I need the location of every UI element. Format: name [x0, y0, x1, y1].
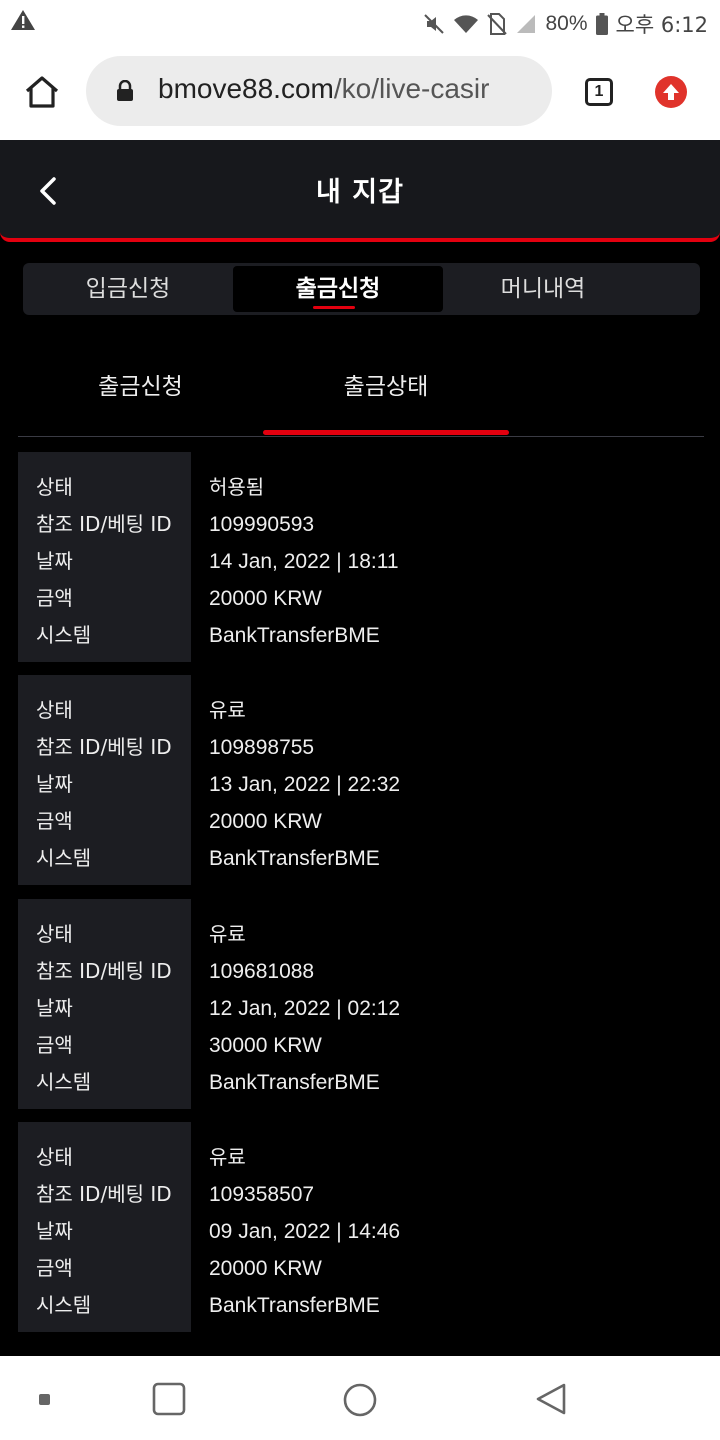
- tab-money-history[interactable]: 머니내역: [438, 266, 648, 312]
- ref-id-label: 참조 ID/베팅 ID: [36, 512, 172, 536]
- tab-label: 머니내역: [500, 276, 586, 302]
- date-value: 13 Jan, 2022 | 22:32: [209, 773, 401, 796]
- clock: 오후 6:12: [615, 13, 708, 37]
- browser-toolbar: bmove88.com/ko/live-casir 1: [0, 44, 720, 140]
- tab-label: 입금신청: [85, 276, 171, 302]
- amount-label: 금액: [36, 586, 73, 610]
- tab-deposit-request[interactable]: 입금신청: [23, 266, 233, 312]
- ref-id-value: 109990593: [209, 513, 315, 536]
- square-icon: [152, 1382, 186, 1416]
- active-subtab-indicator: [263, 430, 509, 435]
- circle-icon: [343, 1383, 377, 1417]
- system-value: BankTransferBME: [209, 1294, 380, 1317]
- lock-icon: [116, 79, 134, 106]
- system-label: 시스템: [36, 623, 92, 647]
- home-button[interactable]: [22, 74, 62, 110]
- tab-withdrawal-request[interactable]: 출금신청: [233, 266, 443, 312]
- date-label: 날짜: [36, 772, 73, 796]
- tab-switcher-button[interactable]: 1: [585, 78, 613, 106]
- amount-label: 금액: [36, 809, 73, 833]
- status-value: 유료: [209, 1145, 246, 1169]
- system-value: BankTransferBME: [209, 624, 380, 647]
- date-label: 날짜: [36, 1219, 73, 1243]
- amount-value: 20000 KRW: [209, 587, 322, 610]
- subtab-label: 출금상태: [343, 374, 429, 400]
- withdrawal-record: 상태 참조 ID/베팅 ID 날짜 금액 시스템 유료 109681088 12…: [18, 899, 704, 1109]
- system-label: 시스템: [36, 846, 92, 870]
- app-header: 내 지갑: [0, 140, 720, 242]
- system-value: BankTransferBME: [209, 847, 380, 870]
- page-title: 내 지갑: [316, 177, 404, 208]
- subtab-withdrawal-request[interactable]: 출금신청: [18, 360, 263, 420]
- status-value: 유료: [209, 698, 246, 722]
- status-label: 상태: [36, 698, 73, 722]
- home-nav-button[interactable]: [342, 1382, 378, 1422]
- date-value: 14 Jan, 2022 | 18:11: [209, 550, 399, 573]
- recent-menu-button[interactable]: [38, 1392, 52, 1411]
- withdrawal-record: 상태 참조 ID/베팅 ID 날짜 금액 시스템 허용됨 109990593 1…: [18, 452, 704, 662]
- ref-id-label: 참조 ID/베팅 ID: [36, 735, 172, 759]
- system-label: 시스템: [36, 1070, 92, 1094]
- status-label: 상태: [36, 1145, 73, 1169]
- active-tab-indicator: [313, 306, 355, 309]
- url-host: bmove88.com: [158, 73, 334, 104]
- arrow-up-icon: [663, 84, 679, 100]
- system-nav-bar: [0, 1356, 720, 1440]
- wallet-tabs: 입금신청 출금신청 머니내역: [23, 263, 700, 315]
- status-value: 허용됨: [209, 475, 265, 499]
- ref-id-value: 109358507: [209, 1183, 315, 1206]
- system-label: 시스템: [36, 1293, 92, 1317]
- mute-icon: [423, 13, 445, 35]
- status-bar: 80% 오후 6:12: [0, 0, 720, 44]
- amount-value: 20000 KRW: [209, 1257, 322, 1280]
- date-value: 09 Jan, 2022 | 14:46: [209, 1220, 401, 1243]
- status-label: 상태: [36, 475, 73, 499]
- status-value: 유료: [209, 922, 246, 946]
- url-text: bmove88.com/ko/live-casir: [158, 73, 489, 105]
- overview-button[interactable]: [152, 1382, 186, 1420]
- subtab-divider: [18, 436, 704, 437]
- ref-id-label: 참조 ID/베팅 ID: [36, 959, 172, 983]
- withdrawal-record: 상태 참조 ID/베팅 ID 날짜 금액 시스템 유료 109358507 09…: [18, 1122, 704, 1332]
- no-sim-icon: [487, 12, 508, 36]
- url-path: /ko/live-casir: [333, 73, 490, 104]
- back-nav-button[interactable]: [534, 1382, 568, 1420]
- date-value: 12 Jan, 2022 | 02:12: [209, 997, 401, 1020]
- update-button[interactable]: [655, 76, 687, 108]
- battery-icon: [595, 13, 608, 35]
- ref-id-value: 109898755: [209, 736, 315, 759]
- signal-icon: [515, 13, 537, 35]
- home-icon: [25, 76, 59, 108]
- amount-label: 금액: [36, 1256, 73, 1280]
- tab-label: 출금신청: [295, 276, 381, 302]
- warning-icon: [10, 8, 36, 32]
- dot-icon: [39, 1394, 50, 1405]
- address-bar[interactable]: bmove88.com/ko/live-casir: [86, 56, 552, 126]
- amount-value: 20000 KRW: [209, 810, 322, 833]
- status-label: 상태: [36, 922, 73, 946]
- wifi-icon: [453, 13, 479, 35]
- withdrawal-record: 상태 참조 ID/베팅 ID 날짜 금액 시스템 유료 109898755 13…: [18, 675, 704, 885]
- amount-label: 금액: [36, 1033, 73, 1057]
- subtab-withdrawal-status[interactable]: 출금상태: [263, 360, 509, 420]
- subtab-label: 출금신청: [98, 374, 183, 400]
- date-label: 날짜: [36, 996, 73, 1020]
- amount-value: 30000 KRW: [209, 1034, 322, 1057]
- battery-percent: 80%: [545, 12, 588, 35]
- triangle-back-icon: [536, 1383, 566, 1415]
- date-label: 날짜: [36, 549, 73, 573]
- system-value: BankTransferBME: [209, 1071, 380, 1094]
- ref-id-value: 109681088: [209, 960, 315, 983]
- ref-id-label: 참조 ID/베팅 ID: [36, 1182, 172, 1206]
